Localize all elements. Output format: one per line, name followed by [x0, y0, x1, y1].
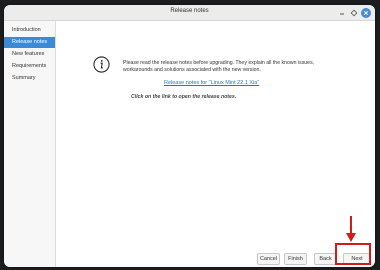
minimize-icon — [340, 13, 344, 15]
sidebar-item-release-notes[interactable]: Release notes — [4, 37, 55, 48]
back-button[interactable]: Back — [314, 253, 337, 265]
info-icon — [93, 56, 110, 73]
cancel-button[interactable]: Cancel — [257, 253, 280, 265]
main-content: Please read the release notes before upg… — [56, 21, 375, 267]
sidebar-item-requirements[interactable]: Requirements — [4, 61, 55, 72]
release-notes-link[interactable]: Release notes for "Linux Mint 22.1 Xia" — [164, 80, 259, 86]
intro-text: Please read the release notes before upg… — [123, 60, 315, 73]
maximize-icon — [350, 9, 358, 17]
sidebar-item-summary[interactable]: Summary — [4, 73, 55, 84]
maximize-button[interactable] — [349, 8, 359, 18]
title-bar[interactable]: Release notes — [4, 5, 375, 21]
link-hint-text: Click on the link to open the release no… — [131, 94, 237, 100]
arrow-down-icon — [346, 216, 356, 242]
window-title: Release notes — [170, 8, 209, 14]
release-notes-window: Release notes Introduction Release notes… — [4, 5, 375, 267]
sidebar: Introduction Release notes New features … — [4, 21, 56, 267]
close-button[interactable] — [361, 8, 371, 18]
close-icon — [363, 10, 369, 16]
next-button-highlight — [335, 243, 371, 265]
sidebar-item-new-features[interactable]: New features — [4, 49, 55, 60]
sidebar-item-introduction[interactable]: Introduction — [4, 25, 55, 36]
finish-button[interactable]: Finish — [284, 253, 307, 265]
minimize-button[interactable] — [337, 8, 347, 18]
